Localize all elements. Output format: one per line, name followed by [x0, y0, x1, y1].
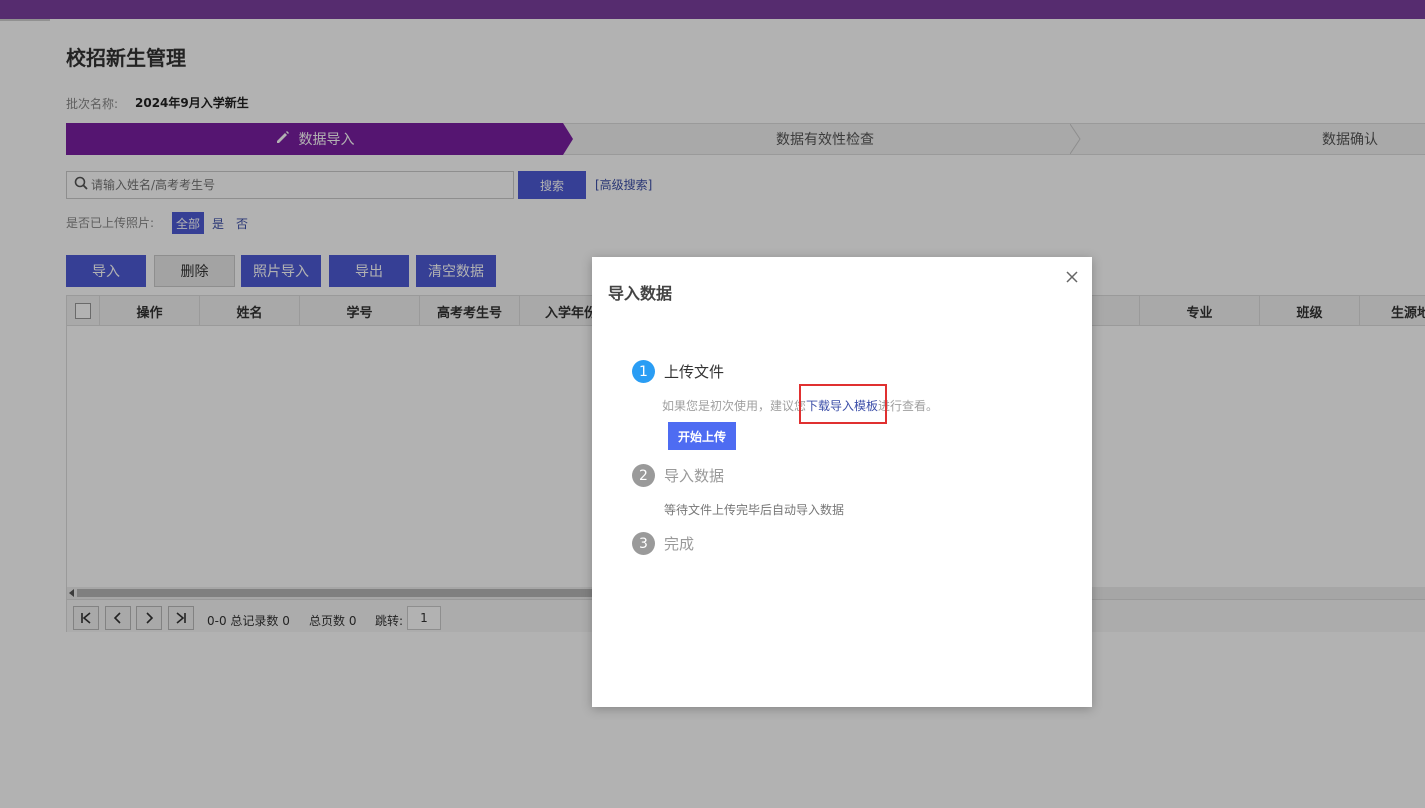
close-icon[interactable]: [1064, 269, 1080, 285]
highlight-box: [799, 384, 887, 424]
hint-prefix: 如果您是初次使用，建议您: [662, 399, 807, 413]
step-2-number: 2: [632, 464, 655, 487]
hint-suffix: 进行查看。: [878, 399, 939, 413]
step-2-description: 等待文件上传完毕后自动导入数据: [664, 503, 845, 517]
step-2-title: 导入数据: [664, 467, 725, 485]
step-3-title: 完成: [664, 535, 695, 553]
step-1-number: 1: [632, 360, 655, 383]
step-1-title: 上传文件: [664, 363, 725, 381]
import-data-dialog: 导入数据 1 上传文件 如果您是初次使用，建议您下载导入模板进行查看。 开始上传…: [592, 257, 1092, 707]
start-upload-button[interactable]: 开始上传: [668, 422, 736, 450]
dialog-title: 导入数据: [608, 284, 673, 303]
step-3-number: 3: [632, 532, 655, 555]
